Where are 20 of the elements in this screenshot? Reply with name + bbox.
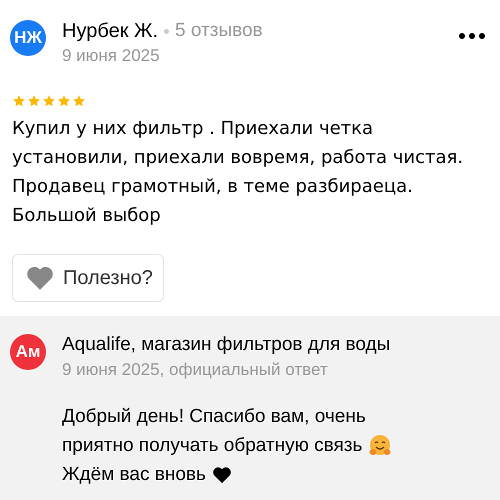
- reply-text: приятно получать обратную связь: [62, 434, 362, 458]
- helpful-button[interactable]: Полезно?: [12, 254, 164, 302]
- company-avatar[interactable]: Ам: [10, 334, 46, 370]
- heart-icon: [25, 265, 55, 291]
- heart-icon: [212, 466, 232, 484]
- star-icon: [12, 94, 26, 108]
- star-icon: [42, 94, 56, 108]
- reply-meta: 9 июня 2025, официальный ответ: [62, 359, 329, 381]
- hugging-face-icon: [368, 434, 392, 458]
- review-date: 9 июня 2025: [62, 45, 161, 67]
- author-name[interactable]: Нурбек Ж.: [62, 18, 158, 44]
- user-avatar[interactable]: НЖ: [10, 20, 46, 56]
- star-icon: [57, 94, 71, 108]
- reply-text: Ждём вас вновь: [62, 463, 206, 487]
- company-name[interactable]: Aqualife, магазин фильтров для воды: [62, 332, 490, 358]
- reply-text: Добрый день! Спасибо вам, очень: [62, 405, 366, 429]
- star-icon: [72, 94, 86, 108]
- star-icon: [27, 94, 41, 108]
- review-text: Купил у них фильтр . Приехали четка установили, приехали вовремя, работа чистая. Продавец грамотный, в теме разбираеца. Большой выбор: [12, 117, 464, 228]
- more-icon[interactable]: [458, 32, 486, 40]
